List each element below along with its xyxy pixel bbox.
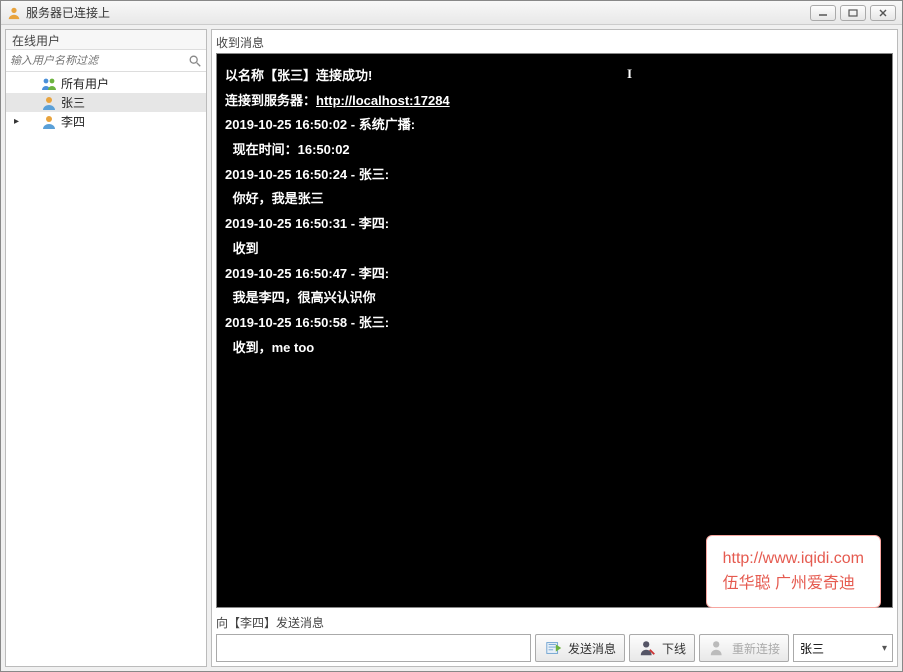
send-row: 发送消息 下线 重新连接 张三 bbox=[216, 634, 893, 662]
send-button[interactable]: 发送消息 bbox=[535, 634, 625, 662]
user-icon bbox=[41, 114, 57, 130]
console-line: 2019-10-25 16:50:47 - 李四: bbox=[225, 262, 884, 287]
user-tree: 所有用户 张三 李四 bbox=[6, 72, 206, 666]
console-line: 我是李四，很高兴认识你 bbox=[225, 286, 884, 311]
main-panel: 收到消息 I 以名称【张三】连接成功! 连接到服务器：http://localh… bbox=[211, 29, 898, 667]
console-line: 收到 bbox=[225, 237, 884, 262]
send-icon bbox=[544, 638, 564, 658]
offline-icon bbox=[638, 638, 658, 658]
console-line: 现在时间：16:50:02 bbox=[225, 138, 884, 163]
console-line: 收到，me too bbox=[225, 336, 884, 361]
console-line: 2019-10-25 16:50:58 - 张三: bbox=[225, 311, 884, 336]
console-line: 2019-10-25 16:50:31 - 李四: bbox=[225, 212, 884, 237]
tree-item-lisi[interactable]: 李四 bbox=[6, 112, 206, 131]
window-body: 在线用户 所有用户 张三 bbox=[1, 25, 902, 671]
minimize-button[interactable] bbox=[810, 5, 836, 21]
sidebar: 在线用户 所有用户 张三 bbox=[5, 29, 207, 667]
console-line: 2019-10-25 16:50:02 - 系统广播: bbox=[225, 113, 884, 138]
watermark-box: http://www.iqidi.com 伍华聪 广州爱奇迪 bbox=[706, 535, 881, 608]
reconnect-icon bbox=[708, 638, 728, 658]
received-label: 收到消息 bbox=[216, 34, 893, 51]
users-icon bbox=[41, 76, 57, 92]
window-title: 服务器已连接上 bbox=[26, 4, 810, 21]
button-label: 下线 bbox=[662, 640, 686, 657]
server-url-link[interactable]: http://localhost:17284 bbox=[316, 93, 450, 108]
titlebar[interactable]: 服务器已连接上 bbox=[1, 1, 902, 25]
message-console[interactable]: I 以名称【张三】连接成功! 连接到服务器：http://localhost:1… bbox=[216, 53, 893, 608]
tree-item-label: 李四 bbox=[61, 113, 85, 130]
username-select[interactable]: 张三 bbox=[793, 634, 893, 662]
search-input[interactable] bbox=[10, 55, 188, 67]
sidebar-header: 在线用户 bbox=[6, 30, 206, 50]
text-cursor-icon: I bbox=[627, 62, 632, 87]
console-line: 以名称【张三】连接成功! bbox=[225, 64, 884, 89]
maximize-button[interactable] bbox=[840, 5, 866, 21]
watermark-url: http://www.iqidi.com bbox=[723, 546, 864, 572]
search-icon[interactable] bbox=[188, 54, 202, 68]
offline-button[interactable]: 下线 bbox=[629, 634, 695, 662]
close-button[interactable] bbox=[870, 5, 896, 21]
selected-username: 张三 bbox=[800, 640, 824, 657]
user-search-box[interactable] bbox=[6, 50, 206, 72]
tree-item-label: 张三 bbox=[61, 94, 85, 111]
console-line: 连接到服务器：http://localhost:17284 bbox=[225, 89, 884, 114]
message-input[interactable] bbox=[216, 634, 531, 662]
tree-item-zhangsan[interactable]: 张三 bbox=[6, 93, 206, 112]
send-target-label: 向【李四】发送消息 bbox=[216, 614, 893, 631]
watermark-name: 伍华聪 广州爱奇迪 bbox=[723, 571, 864, 597]
app-icon bbox=[7, 6, 21, 20]
button-label: 重新连接 bbox=[732, 640, 780, 657]
tree-item-label: 所有用户 bbox=[61, 75, 109, 92]
app-window: 服务器已连接上 在线用户 所有用户 bbox=[0, 0, 903, 672]
window-controls bbox=[810, 5, 896, 21]
send-section: 向【李四】发送消息 发送消息 下线 bbox=[216, 614, 893, 662]
console-line: 2019-10-25 16:50:24 - 张三: bbox=[225, 163, 884, 188]
button-label: 发送消息 bbox=[568, 640, 616, 657]
console-line: 你好，我是张三 bbox=[225, 187, 884, 212]
tree-item-all-users[interactable]: 所有用户 bbox=[6, 74, 206, 93]
reconnect-button[interactable]: 重新连接 bbox=[699, 634, 789, 662]
user-icon bbox=[41, 95, 57, 111]
